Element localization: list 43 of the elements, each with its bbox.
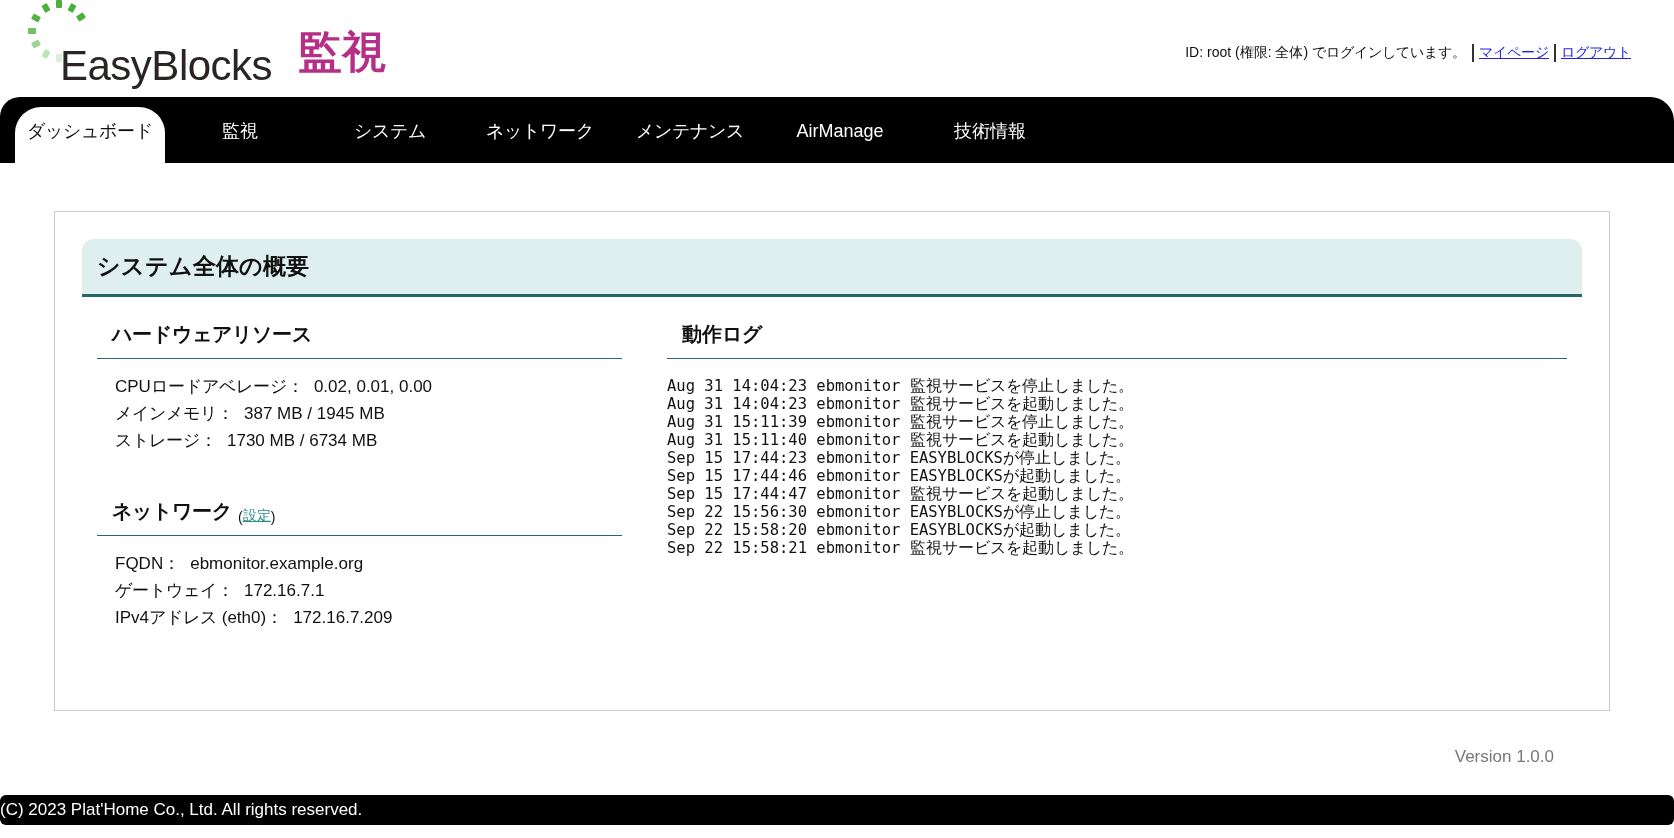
info-value: ebmonitor.example.org [190,553,364,575]
info-label: メインメモリ： [115,403,234,425]
log-line: Aug 31 15:11:39 ebmonitor 監視サービスを停止しました。 [667,413,1135,431]
copyright-text: (C) 2023 Plat'Home Co., Ltd. All rights reserved. [0,800,363,820]
log-line: Sep 15 17:44:47 ebmonitor 監視サービスを起動しました。 [667,485,1135,503]
header-link[interactable]: ログアウト [1556,44,1636,62]
nav-tab[interactable]: メンテナンス [615,107,765,163]
log-line: Aug 31 14:04:23 ebmonitor 監視サービスを停止しました。 [667,377,1135,395]
info-label: FQDN： [115,553,181,575]
info-value: 0.02, 0.01, 0.00 [313,376,433,398]
section-title: ネットワーク [112,499,232,524]
log-line: Aug 31 15:11:40 ebmonitor 監視サービスを起動しました。 [667,431,1135,449]
info-value: 172.16.7.209 [293,607,393,629]
log-line: Sep 22 15:58:20 ebmonitor EASYBLOCKSが起動しました。 [667,521,1132,539]
nav-tab[interactable]: ダッシュボード [15,107,165,163]
log-line: Aug 31 14:04:23 ebmonitor 監視サービスを起動しました。 [667,395,1135,413]
info-label: IPv4アドレス (eth0)： [115,607,284,629]
nav-tab[interactable]: 技術情報 [915,107,1065,163]
paren-text: ( [238,509,243,525]
log-line: Sep 15 17:44:23 ebmonitor EASYBLOCKSが停止しました。 [667,449,1132,467]
logo-subtitle: 監視 [298,25,387,78]
info-label: ゲートウェイ： [115,580,234,602]
version-text: Version 1.0.0 [1454,747,1554,768]
logo-text: EasyBlocks [60,42,273,90]
info-label: ストレージ： [115,430,217,452]
log-line: Sep 22 15:56:30 ebmonitor EASYBLOCKSが停止しました。 [667,503,1132,521]
section-title: 動作ログ [682,322,762,347]
panel-title: システム全体の概要 [82,239,1582,297]
paren-text: ) [270,509,276,525]
info-value: 387 MB / 1945 MB [244,403,385,425]
nav-tab[interactable]: 監視 [165,107,315,163]
nav-tab[interactable]: ネットワーク [465,107,615,163]
login-status: ID: root (権限: 全体) でログインしています。 [1185,44,1474,62]
log-line: Sep 22 15:58:21 ebmonitor 監視サービスを起動しました。 [667,539,1135,557]
log-line: Sep 15 17:44:46 ebmonitor EASYBLOCKSが起動しました。 [667,467,1132,485]
nav-tab[interactable]: システム [315,107,465,163]
info-value: 1730 MB / 6734 MB [227,430,378,452]
settings-link[interactable]: 設定 [242,507,271,525]
info-value: 172.16.7.1 [244,580,325,602]
section-title: ハードウェアリソース [112,322,312,347]
info-label: CPUロードアベレージ： [115,376,304,398]
header-link[interactable]: マイページ [1474,44,1556,62]
nav-tab[interactable]: AirManage [765,107,915,163]
